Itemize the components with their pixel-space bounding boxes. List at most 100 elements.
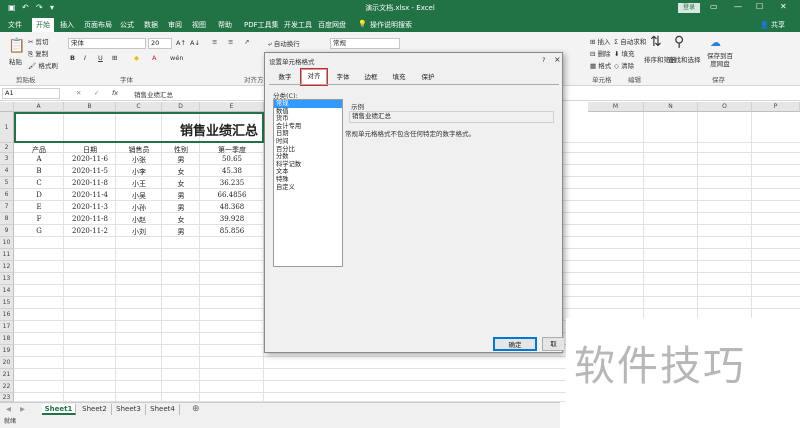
row-header-5[interactable]: 5 (0, 177, 14, 189)
paste-button[interactable]: 粘贴 (9, 56, 22, 66)
row-header-22[interactable]: 22 (0, 381, 14, 393)
sheet-tab-1[interactable]: Sheet1 (42, 404, 76, 415)
save-to-baidu-button[interactable]: 保存到百度网盘 (704, 52, 736, 68)
table-cell[interactable]: 2020-11-4 (64, 191, 116, 199)
row-header-20[interactable]: 20 (0, 357, 14, 369)
ok-button[interactable]: 确定 (493, 337, 537, 351)
category-item[interactable]: 常规 (274, 100, 342, 108)
sort-filter-icon[interactable]: ⇅ (650, 34, 662, 50)
table-cell[interactable]: 2020-11-2 (64, 227, 116, 235)
row-header-21[interactable]: 21 (0, 369, 14, 381)
row-header-10[interactable]: 10 (0, 237, 14, 249)
column-header-c[interactable]: C (116, 102, 162, 112)
row-header-8[interactable]: 8 (0, 213, 14, 225)
cancel-entry-icon[interactable]: ✕ (76, 89, 81, 97)
table-cell[interactable]: 2020-11-8 (64, 179, 116, 187)
insert-cells-button[interactable]: ⊞ 插入 (590, 36, 611, 46)
cut-button[interactable]: ✂ 剪切 (28, 36, 49, 46)
table-cell[interactable]: 小刘 (116, 227, 162, 237)
table-cell[interactable]: 45.38 (200, 167, 264, 175)
row-header-6[interactable]: 6 (0, 189, 14, 201)
row-header-23[interactable]: 23 (0, 393, 14, 402)
row-header-17[interactable]: 17 (0, 321, 14, 333)
align-middle-icon[interactable]: ≡ (228, 38, 233, 46)
table-cell[interactable]: 女 (162, 215, 200, 225)
tab-baidu[interactable]: 百度网盘 (318, 20, 346, 30)
number-format-select[interactable]: 常规 (330, 38, 400, 49)
bold-button[interactable]: B (70, 54, 75, 62)
table-cell[interactable]: 小张 (116, 155, 162, 165)
dialog-tab-number[interactable]: 数字 (273, 71, 297, 83)
table-cell[interactable]: 2020-11-8 (64, 215, 116, 223)
name-box[interactable]: A1 (2, 88, 60, 99)
tab-formulas[interactable]: 公式 (120, 20, 134, 30)
confirm-entry-icon[interactable]: ✓ (94, 89, 99, 97)
column-header-p[interactable]: P (752, 102, 800, 112)
next-sheet-icon[interactable]: ▶ (20, 405, 25, 413)
category-item[interactable]: 日期 (274, 130, 342, 138)
column-header-a[interactable]: A (14, 102, 64, 112)
format-cells-button[interactable]: ▦ 格式 (590, 60, 611, 70)
tab-help[interactable]: 帮助 (218, 20, 232, 30)
table-cell[interactable]: 85.856 (200, 227, 264, 235)
category-item[interactable]: 货币 (274, 115, 342, 123)
table-cell[interactable]: 39.928 (200, 215, 264, 223)
category-item[interactable]: 自定义 (274, 184, 342, 192)
table-cell[interactable]: D (14, 191, 64, 199)
font-name-select[interactable]: 宋体 (68, 38, 146, 49)
copy-button[interactable]: ⎘ 复制 (28, 48, 48, 59)
row-header-18[interactable]: 18 (0, 333, 14, 345)
table-cell[interactable]: 2020-11-6 (64, 155, 116, 163)
row-header-9[interactable]: 9 (0, 225, 14, 237)
italic-button[interactable]: I (84, 54, 86, 62)
column-header-m[interactable]: M (588, 102, 644, 112)
maximize-icon[interactable]: ☐ (756, 2, 763, 11)
cancel-button[interactable]: 取 (542, 337, 564, 351)
tab-insert[interactable]: 插入 (60, 20, 74, 30)
dialog-close-button[interactable]: × (554, 55, 561, 64)
underline-button[interactable]: U (98, 54, 103, 62)
table-cell[interactable]: 小赵 (116, 215, 162, 225)
dialog-tab-fill[interactable]: 填充 (387, 71, 411, 83)
tab-file[interactable]: 文件 (8, 20, 22, 30)
table-cell[interactable]: E (14, 203, 64, 211)
insert-function-button[interactable]: fx (112, 89, 118, 97)
tab-pdf-tools[interactable]: PDF工具集 (244, 20, 279, 30)
add-sheet-icon[interactable]: ⊕ (192, 404, 200, 414)
share-button[interactable]: 👤 共享 (760, 20, 785, 30)
table-cell[interactable]: 50.65 (200, 155, 264, 163)
row-header-4[interactable]: 4 (0, 165, 14, 177)
shrink-font-icon[interactable]: A↓ (190, 39, 200, 47)
phonetic-icon[interactable]: wén (170, 54, 183, 62)
fill-button[interactable]: ⬇ 填充 (614, 48, 635, 58)
row-header-2[interactable]: 2 (0, 143, 14, 153)
row-header-3[interactable]: 3 (0, 153, 14, 165)
font-size-select[interactable]: 20 (148, 38, 172, 49)
row-header-7[interactable]: 7 (0, 201, 14, 213)
table-cell[interactable]: 36.235 (200, 179, 264, 187)
column-header-e[interactable]: E (200, 102, 264, 112)
category-item[interactable]: 时间 (274, 138, 342, 146)
table-cell[interactable]: 小吴 (116, 191, 162, 201)
prev-sheet-icon[interactable]: ◀ (6, 405, 11, 413)
select-all-corner[interactable] (0, 102, 14, 112)
align-top-icon[interactable]: ≡ (212, 38, 217, 46)
table-cell[interactable]: 2020-11-5 (64, 167, 116, 175)
baidu-cloud-icon[interactable]: ☁ (710, 36, 721, 49)
table-cell[interactable]: 48.368 (200, 203, 264, 211)
autosum-button[interactable]: Σ 自动求和 (614, 36, 646, 46)
row-header-19[interactable]: 19 (0, 345, 14, 357)
tell-me-search[interactable]: 操作说明搜索 (370, 20, 412, 30)
table-cell[interactable]: 小孙 (116, 203, 162, 213)
row-header-14[interactable]: 14 (0, 285, 14, 297)
row-header-16[interactable]: 16 (0, 309, 14, 321)
dialog-tab-border[interactable]: 边框 (359, 71, 383, 83)
find-select-icon[interactable]: ⚲ (674, 34, 684, 50)
font-color-icon[interactable]: A (152, 54, 156, 62)
orientation-icon[interactable]: ↗ (244, 38, 249, 46)
table-cell[interactable]: B (14, 167, 64, 175)
table-cell[interactable]: 男 (162, 227, 200, 237)
tab-developer[interactable]: 开发工具 (284, 20, 312, 30)
category-item[interactable]: 特殊 (274, 176, 342, 184)
table-cell[interactable]: 男 (162, 203, 200, 213)
